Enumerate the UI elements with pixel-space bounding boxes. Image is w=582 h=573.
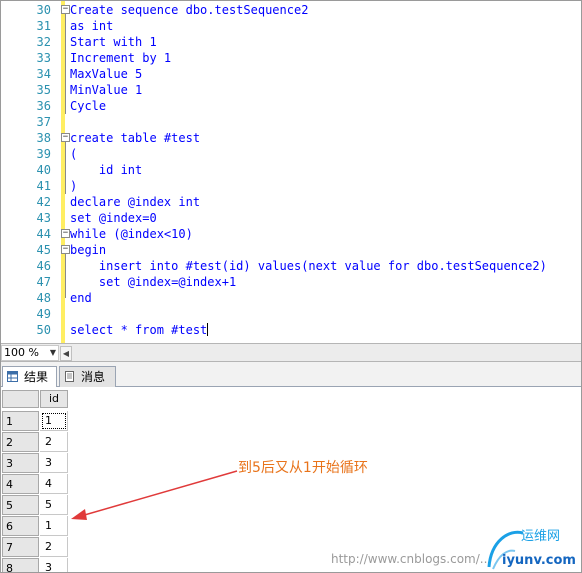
ssms-window: 30 31 32 33 34 35 36 37 38 39 40 41 42 43 44 45 46 47 48 49…	[0, 0, 582, 573]
annotation-arrow	[71, 470, 238, 520]
logo-text-top: 运维网	[521, 529, 561, 544]
watermark-url: http://www.cnblogs.com/...	[331, 552, 492, 566]
logo-text-bottom: iyunv.com	[502, 553, 576, 568]
annotation-text: 到5后又从1开始循环	[238, 460, 368, 476]
site-logo: 运维网 iyunv.com	[479, 519, 579, 571]
